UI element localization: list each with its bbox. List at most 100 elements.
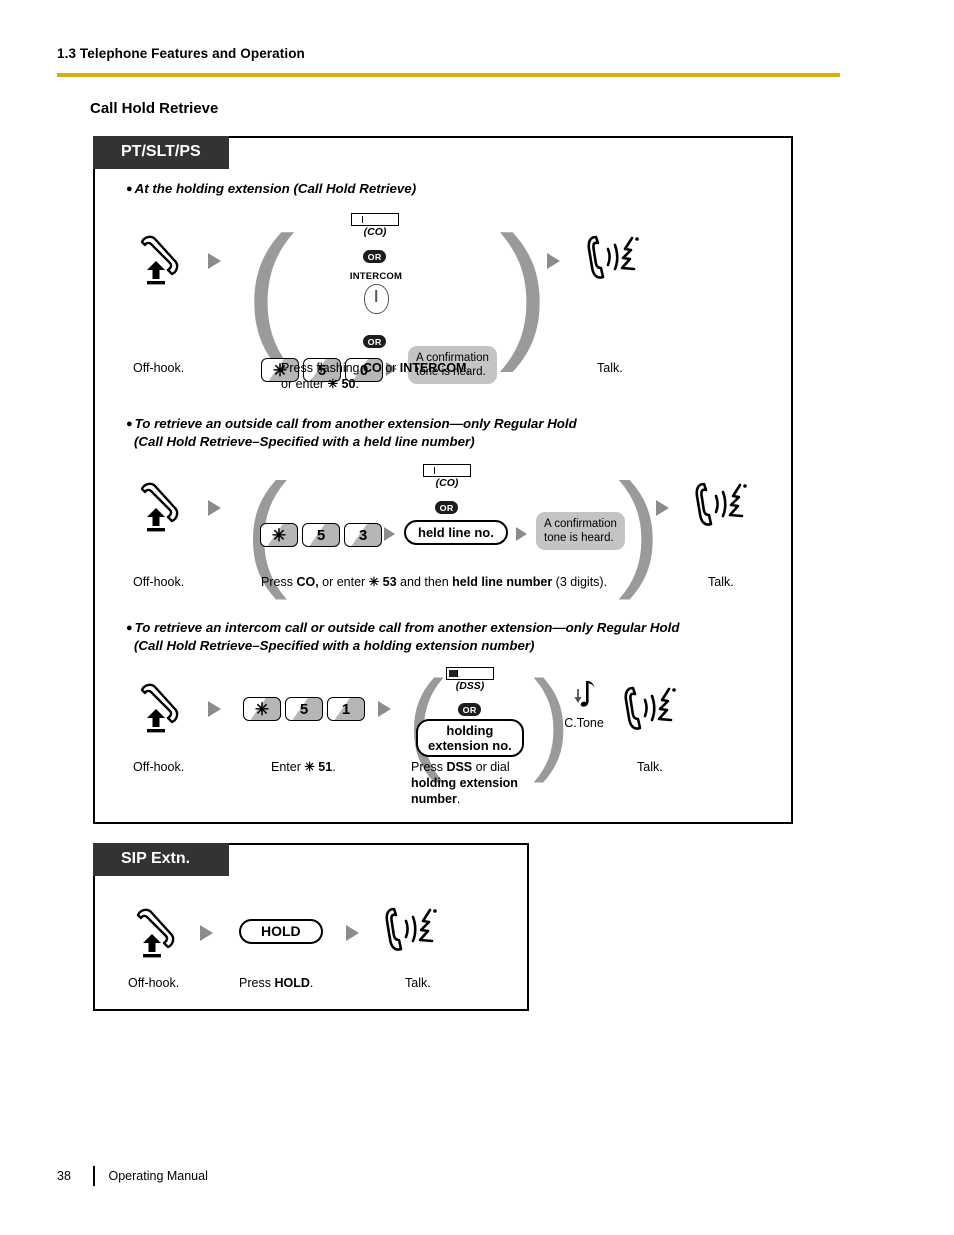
flow-3-cap3-c: or dial [472, 760, 510, 774]
sip-cap-b: HOLD [274, 976, 310, 990]
sip-talk-icon [382, 902, 448, 960]
flow-2-offhook-icon [132, 475, 194, 537]
flow-2-cap-g: (3 digits). [552, 575, 608, 589]
sip-arrow-1-icon [200, 925, 213, 941]
key-5-2[interactable]: 5 [302, 523, 340, 547]
sip-hold-button[interactable]: HOLD [239, 919, 323, 944]
flow-2-caption-left: Off-hook. [133, 575, 185, 589]
flow-1-caption-mid-l1e: , [466, 361, 470, 375]
flow-1-or-badge-1: OR [363, 250, 386, 263]
flow-2-or-badge-1: OR [435, 501, 458, 514]
holding-extension-pill-line1: holding [446, 723, 494, 738]
key-3[interactable]: 3 [344, 523, 382, 547]
flow-1-or-badge-2: OR [363, 335, 386, 348]
flow-2-cap-c: or enter [318, 575, 369, 589]
flow-3-talk-icon [621, 681, 687, 739]
flow-1-caption-mid: Press flashing CO or INTERCOM, or enter … [281, 360, 470, 392]
flow-3-cap-c: . [332, 760, 336, 774]
flow-1-caption-mid-l2b: ✳ 50 [327, 377, 356, 391]
flow-1-caption-mid-l1c: or [381, 361, 400, 375]
sip-cap-a: Press [239, 976, 275, 990]
flow-3-caption-mid: Enter ✳ 51. [271, 759, 336, 775]
flow-2-keypad[interactable]: ✳ 5 3 [260, 523, 382, 547]
flow-2-heading-line1: To retrieve an outside call from another… [134, 416, 577, 431]
footer-divider [93, 1166, 95, 1186]
flow-3-heading-line1: To retrieve an intercom call or outside … [134, 620, 680, 635]
flow-1-caption-mid-l2c: . [355, 377, 359, 391]
co-lamp-icon [351, 213, 399, 226]
flow-2-arrow-4-icon [656, 500, 669, 516]
co-label: (CO) [363, 226, 387, 238]
footer-manual-label: Operating Manual [108, 1169, 208, 1183]
co-label-2: (CO) [435, 477, 459, 489]
flow-1-offhook-icon [132, 228, 194, 290]
flow-1-caption-mid-l1b: CO [362, 361, 382, 375]
flow-2-heading-line2: (Call Hold Retrieve–Specified with a hel… [134, 434, 475, 449]
flow-1-caption-left: Off-hook. [133, 361, 185, 375]
flow-2-co-button[interactable]: (CO) [423, 464, 471, 489]
bullet-dot-icon: ● [126, 183, 133, 195]
page-footer: 38 Operating Manual [57, 1166, 208, 1186]
flow-3-caption-third: Press DSS or dial holding extension numb… [411, 759, 518, 807]
sip-extn-tab: SIP Extn. [93, 843, 229, 876]
flow-3-cap3-f: . [456, 792, 461, 806]
flow-3-arrow-2-icon [378, 701, 391, 717]
flow-3-cap-a: Enter [271, 760, 305, 774]
bullet-dot-icon-3: ● [126, 622, 133, 634]
flow-1-heading: ● At the holding extension (Call Hold Ret… [126, 180, 766, 198]
flow-1-arrow-3-icon [547, 253, 560, 269]
flow-3-cap3-e: number [411, 792, 457, 806]
key-star-2[interactable]: ✳ [260, 523, 298, 547]
flow-1-intercom-button[interactable]: INTERCOM [337, 271, 415, 314]
footer-page-number: 38 [57, 1169, 71, 1183]
flow-3-heading: ● To retrieve an intercom call or outside… [126, 619, 796, 654]
dss-label: (DSS) [455, 680, 485, 692]
flow-2-cap-e: and then [396, 575, 453, 589]
flow-3-caption-left: Off-hook. [133, 760, 185, 774]
flow-3-heading-line2: (Call Hold Retrieve–Specified with a hol… [134, 638, 535, 653]
flow-2-cap-b: CO, [296, 575, 319, 589]
flow-2-confirmation-note: A confirmation tone is heard. [536, 512, 625, 550]
pt-slt-ps-panel: PT/SLT/PS ● At the holding extension (Cal… [93, 136, 793, 824]
header-rule [57, 73, 840, 77]
flow-1-talk-icon [584, 230, 650, 288]
sip-caption-right: Talk. [405, 976, 431, 990]
key-1[interactable]: 1 [327, 697, 365, 721]
sip-extn-panel: SIP Extn. HOLD Off-hook. Press HOLD. Tal… [93, 843, 529, 1011]
confirmation-note-2-line1: A confirmation [544, 518, 617, 530]
flow-1-co-button[interactable]: (CO) [351, 213, 399, 238]
intercom-label: INTERCOM [349, 271, 403, 282]
flow-3-holding-extension-pill[interactable]: holding extension no. [416, 719, 524, 757]
page-header: 1.3 Telephone Features and Operation [57, 46, 840, 61]
flow-3-keypad[interactable]: ✳ 5 1 [243, 697, 365, 721]
flow-3-cap3-b: DSS [446, 760, 473, 774]
pt-slt-ps-tab: PT/SLT/PS [93, 136, 229, 169]
flow-2-cap-a: Press [261, 575, 297, 589]
flow-1-caption-right: Talk. [597, 361, 623, 375]
flow-2-heading: ● To retrieve an outside call from anothe… [126, 415, 776, 450]
flow-2-talk-icon [692, 477, 758, 535]
flow-3-cap3-d: holding extension [411, 776, 518, 790]
flow-3-arrow-1-icon [208, 701, 221, 717]
dss-lamp-icon [446, 667, 494, 680]
flow-1-heading-line1: At the holding extension (Call Hold Retr… [134, 181, 417, 196]
flow-2-cap-f: held line number [452, 575, 553, 589]
sip-caption-left: Off-hook. [128, 976, 180, 990]
flow-2-arrow-2-icon [384, 527, 395, 541]
flow-1-group-brace-left: ( [245, 205, 295, 373]
key-5-3[interactable]: 5 [285, 697, 323, 721]
flow-3-cap3-a: Press [411, 760, 447, 774]
header-title: 1.3 Telephone Features and Operation [57, 46, 305, 61]
co-lamp-icon-2 [423, 464, 471, 477]
flow-1-arrow-1-icon [208, 253, 221, 269]
flow-1-caption-mid-l1a: Press flashing [281, 361, 363, 375]
flow-1-caption-mid-l1d: INTERCOM [399, 361, 467, 375]
page-title: Call Hold Retrieve [90, 100, 219, 117]
flow-2-held-line-pill[interactable]: held line no. [404, 520, 508, 545]
sip-cap-c: . [309, 976, 314, 990]
flow-2-arrow-3-icon [516, 527, 527, 541]
key-star-3[interactable]: ✳ [243, 697, 281, 721]
flow-2-arrow-1-icon [208, 500, 221, 516]
holding-extension-pill-line2: extension no. [428, 738, 512, 753]
flow-3-dss-button[interactable]: (DSS) [446, 667, 494, 692]
